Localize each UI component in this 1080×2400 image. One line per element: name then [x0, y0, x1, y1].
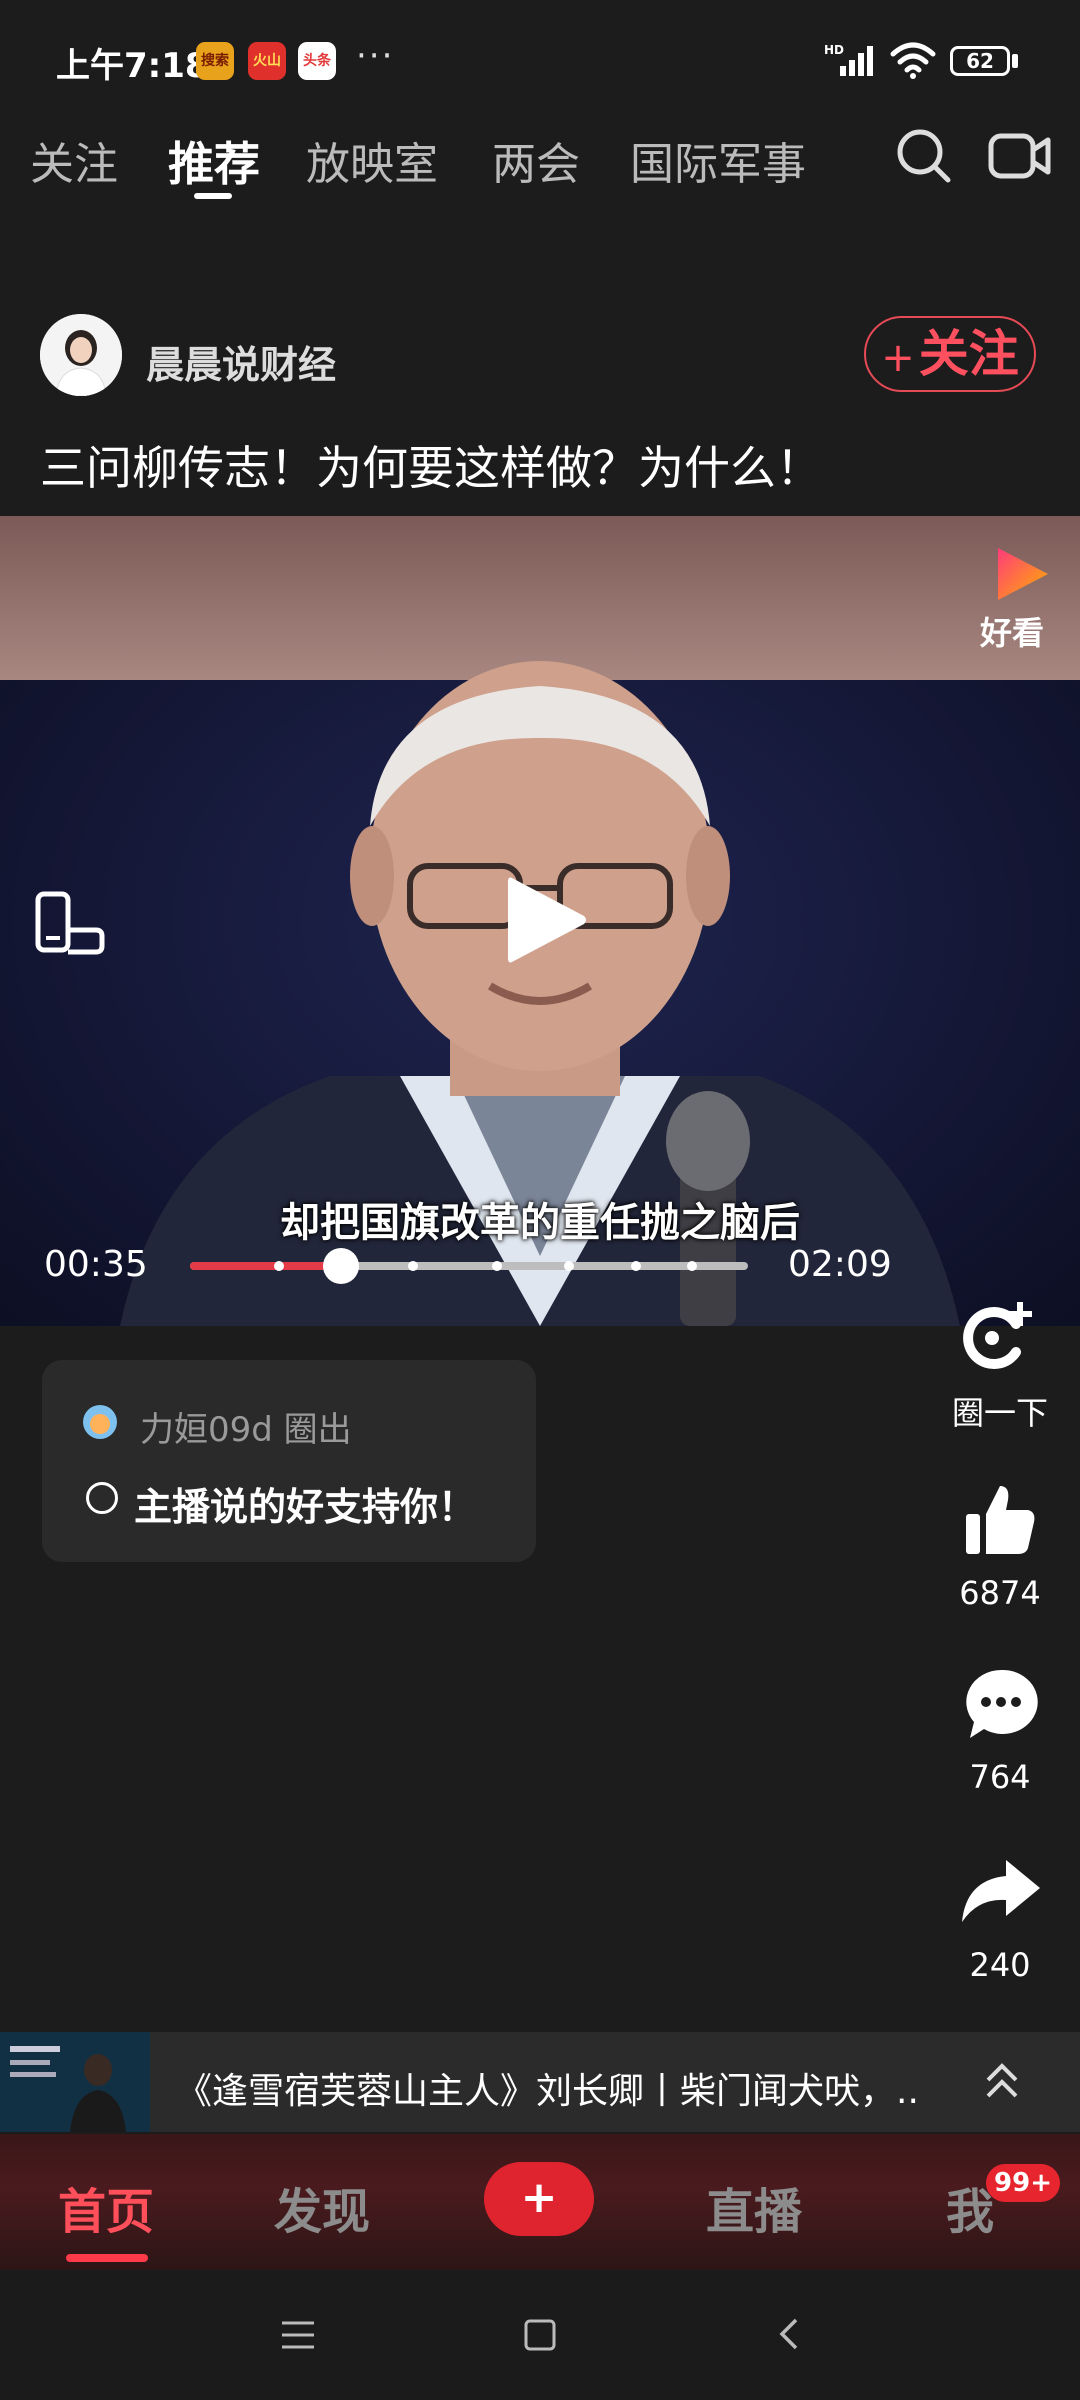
- tab-cinema[interactable]: 放映室: [306, 128, 438, 192]
- post-title: 三问柳传志！为何要这样做？为什么！: [40, 441, 822, 495]
- wifi-icon: [890, 42, 936, 79]
- app-notification-icon: 头条: [298, 42, 336, 80]
- follow-button[interactable]: +关注: [864, 316, 1036, 392]
- app-notification-icon: 搜索: [196, 42, 234, 80]
- chapter-mark: [491, 1261, 502, 1271]
- progress-fill: [190, 1262, 342, 1270]
- nav-active-indicator: [66, 2254, 148, 2262]
- total-time: 02:09: [788, 1244, 892, 1285]
- nav-discover[interactable]: 发现: [274, 2172, 370, 2242]
- circle-label[interactable]: 圈一下: [920, 1388, 1080, 1434]
- watermark-label: 好看: [980, 614, 1045, 652]
- more-notifications-icon: ···: [356, 36, 395, 76]
- comment-text: 主播说的好支持你！: [134, 1485, 477, 1529]
- tab-active-indicator: [194, 193, 232, 199]
- comment-count: 764: [969, 1758, 1031, 1796]
- expand-up-icon[interactable]: [984, 2060, 1020, 2104]
- tab-follow[interactable]: 关注: [30, 128, 118, 192]
- publish-button[interactable]: +: [484, 2162, 594, 2236]
- back-icon[interactable]: [774, 2314, 804, 2354]
- haokan-logo-icon: [998, 548, 1048, 600]
- nav-home[interactable]: 首页: [58, 2172, 154, 2242]
- status-time: 上午7:18: [56, 46, 209, 86]
- banner-thumbnail-image: [0, 2032, 150, 2132]
- nav-live[interactable]: 直播: [706, 2172, 802, 2242]
- battery-cap: [1012, 54, 1018, 68]
- comment-user: 力姮09d 圈出: [140, 1410, 352, 1450]
- tab-recommend[interactable]: 推荐: [168, 128, 260, 194]
- app-notification-icon: 火山: [248, 42, 286, 80]
- circle-share-icon[interactable]: [958, 1298, 1038, 1378]
- share-count: 240: [969, 1946, 1031, 1984]
- follow-plus-icon: +: [881, 335, 915, 381]
- current-time: 00:35: [44, 1244, 148, 1285]
- play-icon[interactable]: [500, 870, 590, 970]
- author-name[interactable]: 晨晨说财经: [146, 334, 336, 389]
- tab-international-military[interactable]: 国际军事: [630, 128, 806, 192]
- author-avatar[interactable]: [40, 314, 122, 396]
- video-camera-icon[interactable]: [988, 128, 1052, 184]
- commenter-avatar-icon: [83, 1405, 117, 1439]
- highlight-comment-card[interactable]: [42, 1360, 536, 1562]
- like-icon[interactable]: [960, 1480, 1040, 1560]
- notification-badge: 99+: [986, 2164, 1060, 2202]
- banner-thumbnail: [0, 2032, 150, 2132]
- home-icon[interactable]: [522, 2316, 558, 2354]
- like-count: 6874: [959, 1574, 1041, 1612]
- avatar-portrait: [40, 314, 122, 396]
- signal-icon: HD: [824, 43, 873, 76]
- banner-title: 《逢雪宿芙蓉山主人》刘长卿丨柴门闻犬吠，...: [176, 2071, 916, 2112]
- rotate-screen-icon[interactable]: [34, 890, 106, 956]
- network-type-label: HD: [824, 43, 844, 57]
- comment-bullet-icon: [86, 1482, 118, 1514]
- follow-button-label: 关注: [918, 325, 1019, 383]
- tab-two-sessions[interactable]: 两会: [492, 128, 580, 192]
- video-subtitle: 却把国旗改革的重任抛之脑后: [280, 1200, 800, 1246]
- share-icon[interactable]: [958, 1856, 1042, 1926]
- search-icon[interactable]: [894, 126, 954, 186]
- battery-icon: 62: [950, 46, 1010, 76]
- menu-icon[interactable]: [278, 2318, 318, 2352]
- comment-icon[interactable]: [962, 1666, 1040, 1742]
- progress-knob[interactable]: [323, 1248, 360, 1284]
